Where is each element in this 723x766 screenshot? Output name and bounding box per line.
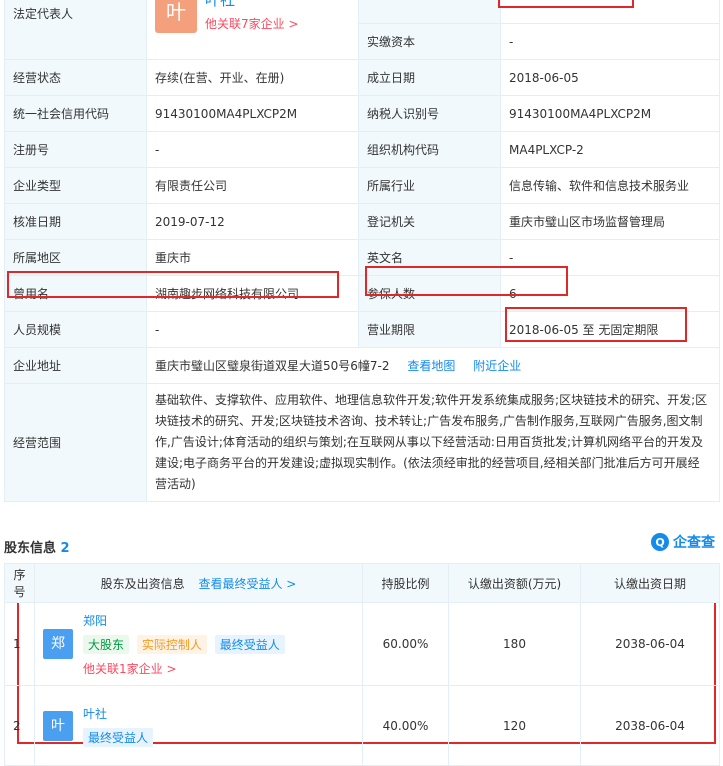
- reg-no-label: 注册号: [4, 131, 147, 168]
- shareholders-section-title: 股东信息 2: [4, 537, 70, 556]
- shareholder-avatar: 郑: [43, 629, 73, 659]
- brand-name: 企查查: [673, 535, 715, 551]
- industry-value: 信息传输、软件和信息技术服务业: [500, 167, 720, 204]
- shareholder-avatar: 叶: [43, 710, 73, 741]
- legal-rep-cell: 叶 叶社 他关联7家企业 >: [146, 0, 359, 60]
- legal-rep-related-link[interactable]: 他关联7家企业 >: [205, 15, 299, 32]
- shareholders-table: 序号 股东及出资信息 查看最终受益人 > 持股比例 认缴出资额(万元) 认缴出资…: [4, 563, 720, 766]
- col-date: 认缴出资日期: [580, 563, 720, 603]
- status-label: 经营状态: [4, 59, 147, 96]
- row-no: 2: [4, 685, 35, 766]
- scope-label: 经营范围: [4, 383, 147, 502]
- registered-capital-label: [358, 0, 501, 24]
- shareholder-cell: 郑 郑阳 大股东 实际控制人 最终受益人 他关联1家企业 >: [34, 602, 363, 686]
- tag-ultimate-beneficiary: 最终受益人: [83, 727, 154, 747]
- row-no: 1: [4, 602, 35, 686]
- org-code-label: 组织机构代码: [358, 131, 501, 168]
- authority-value: 重庆市璧山区市场监督管理局: [500, 203, 720, 240]
- highlight-box-insured-count: [365, 266, 568, 296]
- col-no: 序号: [4, 563, 35, 603]
- tag-ultimate-beneficiary: 最终受益人: [214, 634, 285, 654]
- view-beneficiary-link[interactable]: 查看最终受益人 >: [198, 577, 296, 591]
- table-row: 1 郑 郑阳 大股东 实际控制人 最终受益人 他关联1家企业 > 60.00% …: [4, 602, 720, 686]
- paid-capital-value: -: [500, 23, 720, 60]
- status-value: 存续(在营、开业、在册): [146, 59, 359, 96]
- amount-value: 180: [448, 602, 581, 686]
- col-shareholder-label: 股东及出资信息: [100, 576, 185, 591]
- founded-label: 成立日期: [358, 59, 501, 96]
- founded-value: 2018-06-05: [500, 59, 720, 96]
- approval-date-label: 核准日期: [4, 203, 147, 240]
- highlight-box-registered-capital: [498, 0, 634, 8]
- amount-value: 120: [448, 685, 581, 766]
- address-cell: 重庆市璧山区璧泉街道双星大道50号6幢7-2 查看地图 附近企业: [146, 347, 720, 384]
- ratio-value: 60.00%: [362, 602, 449, 686]
- date-value: 2038-06-04: [580, 602, 720, 686]
- shareholder-tags: 大股东 实际控制人 最终受益人: [83, 634, 289, 654]
- date-value: 2038-06-04: [580, 685, 720, 766]
- staff-size-label: 人员规模: [4, 311, 147, 348]
- ratio-value: 40.00%: [362, 685, 449, 766]
- business-term-label: 营业期限: [358, 311, 501, 348]
- shareholders-title: 股东信息: [4, 541, 57, 556]
- authority-label: 登记机关: [358, 203, 501, 240]
- company-type-label: 企业类型: [4, 167, 147, 204]
- address-label: 企业地址: [4, 347, 147, 384]
- brand-icon: Q: [651, 533, 669, 551]
- org-code-value: MA4PLXCP-2: [500, 131, 720, 168]
- tag-major-shareholder: 大股东: [83, 634, 130, 654]
- shareholder-name[interactable]: 叶社: [83, 707, 107, 721]
- shareholder-tags: 最终受益人: [83, 727, 157, 747]
- table-row: 2 叶 叶社 最终受益人 40.00% 120 2038-06-04: [4, 685, 720, 766]
- company-type-value: 有限责任公司: [146, 167, 359, 204]
- legal-rep-name[interactable]: 叶社: [205, 0, 235, 9]
- col-shareholder: 股东及出资信息 查看最终受益人 >: [34, 563, 363, 603]
- staff-size-value: -: [146, 311, 359, 348]
- company-info-table: 法定代表人 叶 叶社 他关联7家企业 > 实缴资本 - 经营状态 存续(在营、开业…: [4, 0, 720, 502]
- taxpayer-id-label: 纳税人识别号: [358, 95, 501, 132]
- highlight-box-former-name: [7, 271, 339, 298]
- tag-actual-controller: 实际控制人: [136, 634, 207, 654]
- approval-date-value: 2019-07-12: [146, 203, 359, 240]
- scope-value: 基础软件、支撑软件、应用软件、地理信息软件开发;软件开发系统集成服务;区块链技术…: [146, 383, 720, 502]
- shareholder-name[interactable]: 郑阳: [83, 614, 107, 628]
- credit-code-label: 统一社会信用代码: [4, 95, 147, 132]
- address-value: 重庆市璧山区璧泉街道双星大道50号6幢7-2: [155, 359, 390, 373]
- col-ratio: 持股比例: [362, 563, 449, 603]
- credit-code-value: 91430100MA4PLXCP2M: [146, 95, 359, 132]
- legal-rep-avatar: 叶: [155, 0, 197, 33]
- taxpayer-id-value: 91430100MA4PLXCP2M: [500, 95, 720, 132]
- paid-capital-label: 实缴资本: [358, 23, 501, 60]
- highlight-box-business-term: [505, 307, 687, 342]
- industry-label: 所属行业: [358, 167, 501, 204]
- legal-rep-label: 法定代表人: [4, 0, 147, 60]
- nearby-companies-link[interactable]: 附近企业: [473, 359, 521, 373]
- shareholders-count: 2: [60, 541, 70, 556]
- shareholder-cell: 叶 叶社 最终受益人: [34, 685, 363, 766]
- brand-logo: Q 企查查: [651, 532, 715, 552]
- col-amount: 认缴出资额(万元): [448, 563, 581, 603]
- view-map-link[interactable]: 查看地图: [407, 359, 455, 373]
- shareholder-related-link[interactable]: 他关联1家企业 >: [83, 660, 289, 677]
- reg-no-value: -: [146, 131, 359, 168]
